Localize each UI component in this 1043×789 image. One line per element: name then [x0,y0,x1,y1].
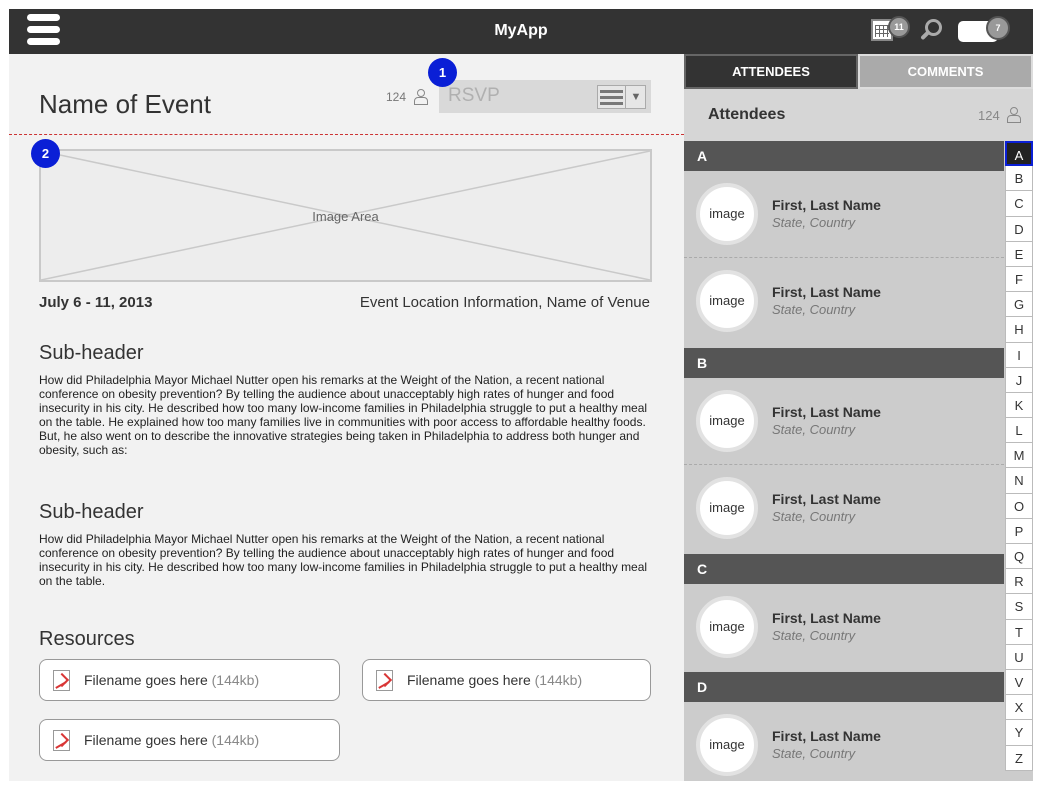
event-location: Event Location Information, Name of Venu… [359,294,650,311]
image-placeholder: Image Area [39,149,652,282]
avatar: image [696,390,758,452]
alpha-letter[interactable]: S [1005,594,1033,620]
file-name: Filename goes here [407,672,531,688]
attendee-row[interactable]: image First, Last Name State, Country [684,171,1004,257]
avatar: image [696,714,758,776]
body-paragraph: How did Philadelphia Mayor Michael Nutte… [39,373,648,457]
file-link[interactable]: Filename goes here (144kb) [362,659,651,701]
attendee-row[interactable]: image First, Last Name State, Country [684,584,1004,670]
event-title: Name of Event [39,89,211,119]
hamburger-icon[interactable] [27,14,60,46]
alpha-letter[interactable]: Z [1005,745,1033,771]
annotation-marker-2: 2 [31,139,60,168]
file-link[interactable]: Filename goes here (144kb) [39,719,340,761]
section-header-a: A [684,141,1004,171]
tab-attendees[interactable]: ATTENDEES [684,54,858,89]
pdf-icon [53,730,70,751]
attendee-location: State, Country [772,215,856,230]
alpha-letter[interactable]: B [1005,166,1033,192]
alpha-letter[interactable]: X [1005,695,1033,721]
avatar: image [696,596,758,658]
attendee-location: State, Country [772,422,856,437]
attendee-location: State, Country [772,628,856,643]
file-size: (144kb) [534,672,583,688]
image-area-label: Image Area [312,209,379,224]
alpha-letter[interactable]: A [1005,141,1033,167]
panel-title: Attendees [708,106,786,123]
pdf-icon [53,670,70,691]
tab-comments[interactable]: COMMENTS [858,54,1033,89]
sub-header: Sub-header [39,501,144,523]
alpha-letter[interactable]: K [1005,392,1033,419]
attendee-name: First, Last Name [772,197,881,213]
rsvp-label: RSVP [448,85,500,106]
attendee-name: First, Last Name [772,610,881,626]
section-header-b: B [684,348,1004,378]
file-size: (144kb) [211,672,260,688]
annotation-marker-1: 1 [428,58,457,87]
alpha-letter[interactable]: M [1005,443,1033,469]
alphabet-index: A B C D E F G H I J K L M N O P Q R S T … [1005,141,1033,781]
attendee-location: State, Country [772,302,856,317]
alpha-letter[interactable]: R [1005,569,1033,595]
rsvp-control[interactable]: ▼ [597,85,646,109]
alpha-letter[interactable]: P [1005,518,1033,544]
attendee-row[interactable]: image First, Last Name State, Country [684,702,1004,781]
attendee-name: First, Last Name [772,728,881,744]
attendee-location: State, Country [772,509,856,524]
alpha-letter[interactable]: V [1005,669,1033,696]
file-link[interactable]: Filename goes here (144kb) [39,659,340,701]
attendee-row[interactable]: image First, Last Name State, Country [684,464,1004,550]
list-icon [600,90,623,108]
section-header-c: C [684,554,1004,584]
avatar: image [696,477,758,539]
attendee-name: First, Last Name [772,404,881,420]
body-paragraph: How did Philadelphia Mayor Michael Nutte… [39,532,648,588]
file-size: (144kb) [211,732,260,748]
attendee-count: 124 [978,108,1000,123]
alpha-letter[interactable]: T [1005,619,1033,645]
app-frame: MyApp 11 7 Name of Event 124 RSVP ▼ 1 Im… [9,9,1033,781]
alpha-letter[interactable]: J [1005,367,1033,393]
person-icon [1007,107,1021,123]
pdf-icon [376,670,393,691]
alpha-letter[interactable]: I [1005,342,1033,368]
chevron-down-icon[interactable]: ▼ [625,86,646,108]
attendee-count: 124 [386,90,407,104]
avatar: image [696,183,758,245]
panel-header: Attendees 124 [684,89,1033,141]
attendee-row[interactable]: image First, Last Name State, Country [684,378,1004,464]
resources-header: Resources [39,628,135,650]
chat-badge: 7 [986,16,1010,40]
alpha-letter[interactable]: D [1005,216,1033,242]
attendee-row[interactable]: image First, Last Name State, Country [684,257,1004,343]
alpha-letter[interactable]: H [1005,317,1033,343]
alpha-letter[interactable]: E [1005,241,1033,267]
alpha-letter[interactable]: O [1005,493,1033,519]
attendees-panel: ATTENDEES COMMENTS Attendees 124 A image… [684,54,1033,781]
attendee-name: First, Last Name [772,284,881,300]
alpha-letter[interactable]: L [1005,418,1033,444]
alpha-letter[interactable]: C [1005,191,1033,217]
attendee-name: First, Last Name [772,491,881,507]
alpha-letter[interactable]: G [1005,292,1033,318]
top-bar: MyApp 11 7 [9,9,1033,54]
person-icon [414,89,428,105]
alpha-letter[interactable]: F [1005,266,1033,293]
alpha-letter[interactable]: U [1005,644,1033,670]
rsvp-dropdown[interactable]: RSVP ▼ [439,80,651,113]
search-icon[interactable] [919,18,945,44]
alpha-letter[interactable]: Q [1005,544,1033,570]
file-name: Filename goes here [84,732,208,748]
avatar: image [696,270,758,332]
sub-header: Sub-header [39,342,144,364]
divider [9,134,684,135]
section-header-d: D [684,672,1004,702]
alpha-letter[interactable]: Y [1005,720,1033,746]
alpha-letter[interactable]: N [1005,468,1033,494]
attendee-location: State, Country [772,746,856,761]
file-name: Filename goes here [84,672,208,688]
event-date: July 6 - 11, 2013 [39,294,153,311]
calendar-badge: 11 [888,16,910,38]
